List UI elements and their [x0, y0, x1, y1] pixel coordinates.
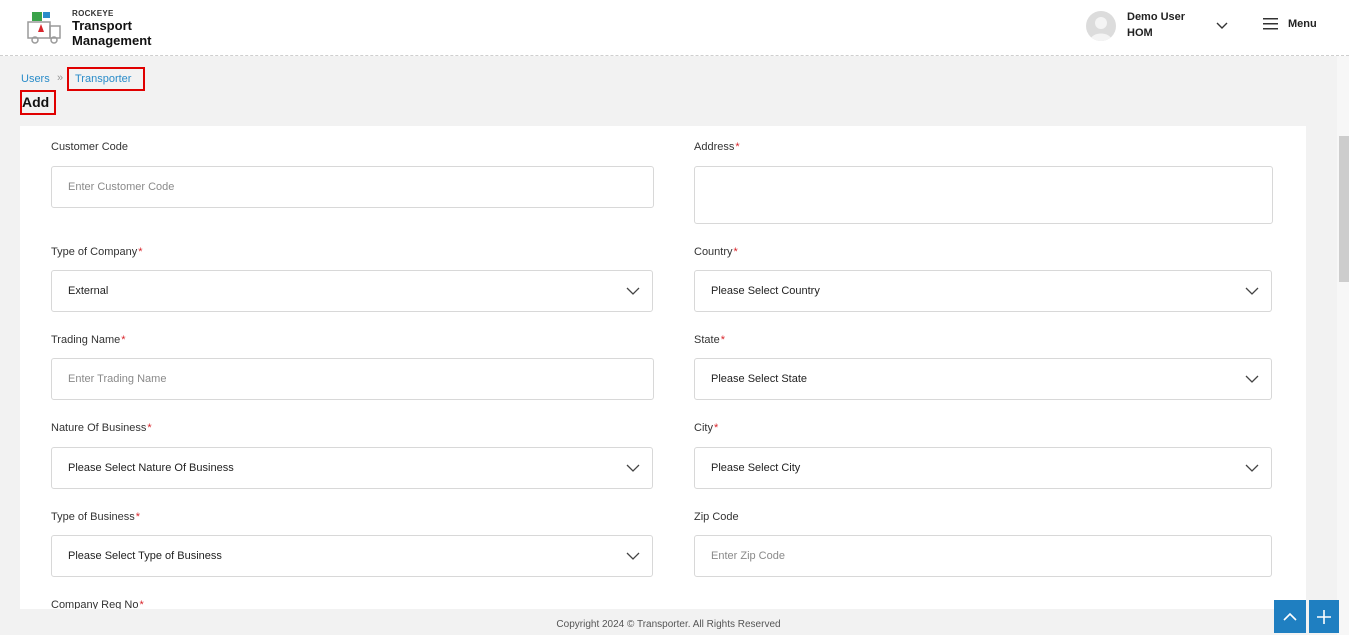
city-value: Please Select City [711, 462, 801, 474]
state-label: State* [694, 334, 725, 346]
customer-code-label: Customer Code [51, 141, 129, 153]
user-avatar-icon[interactable] [1086, 11, 1116, 41]
trading-name-placeholder: Enter Trading Name [68, 373, 167, 385]
brand-subtitle: ROCKEYE [72, 9, 114, 18]
nature-of-business-label: Nature Of Business* [51, 422, 152, 434]
type-of-company-select[interactable]: External [51, 270, 653, 312]
type-of-company-value: External [68, 285, 109, 297]
trading-name-label: Trading Name* [51, 334, 126, 346]
brand-title: Transport Management [72, 18, 151, 48]
breadcrumb-transporter-link[interactable]: Transporter [67, 67, 145, 91]
address-label: Address* [694, 141, 740, 153]
city-label: City* [694, 422, 719, 434]
zip-code-label: Zip Code [694, 511, 739, 523]
address-textarea[interactable] [694, 166, 1273, 224]
type-of-company-label: Type of Company* [51, 246, 143, 258]
user-role: HOM [1127, 27, 1153, 39]
user-name[interactable]: Demo User [1127, 11, 1185, 23]
menu-button[interactable]: Menu [1263, 18, 1317, 30]
top-header: ROCKEYE Transport Management Demo User H… [0, 0, 1349, 56]
hamburger-icon [1263, 18, 1278, 30]
country-label: Country* [694, 246, 738, 258]
brand-title-line2: Management [72, 33, 152, 48]
plus-icon [1317, 609, 1331, 624]
zip-code-placeholder: Enter Zip Code [711, 550, 785, 562]
state-select[interactable]: Please Select State [694, 358, 1272, 400]
chevron-down-icon [1245, 287, 1259, 295]
breadcrumb-users-link[interactable]: Users [21, 73, 50, 85]
truck-logo-icon[interactable] [26, 10, 64, 46]
chevron-down-icon [626, 464, 640, 472]
customer-code-input[interactable]: Enter Customer Code [51, 166, 654, 208]
type-of-business-label: Type of Business* [51, 511, 141, 523]
scroll-to-top-button[interactable] [1274, 600, 1306, 633]
company-reg-no-label: Company Reg No* [51, 599, 144, 609]
chevron-down-icon [1245, 464, 1259, 472]
add-button[interactable] [1309, 600, 1339, 633]
state-value: Please Select State [711, 373, 808, 385]
type-of-business-value: Please Select Type of Business [68, 550, 222, 562]
country-select[interactable]: Please Select Country [694, 270, 1272, 312]
nature-of-business-select[interactable]: Please Select Nature Of Business [51, 447, 653, 489]
chevron-down-icon [626, 552, 640, 560]
brand-title-line1: Transport [72, 18, 132, 33]
chevron-down-icon[interactable] [1214, 18, 1230, 34]
breadcrumb-separator: » [57, 72, 64, 84]
page-title: Add [20, 90, 56, 115]
arrow-up-icon [1283, 612, 1297, 621]
footer-copyright: Copyright 2024 © Transporter. All Rights… [556, 619, 781, 630]
chevron-down-icon [626, 287, 640, 295]
type-of-business-select[interactable]: Please Select Type of Business [51, 535, 653, 577]
nature-of-business-value: Please Select Nature Of Business [68, 462, 234, 474]
scrollbar-thumb[interactable] [1339, 136, 1349, 282]
trading-name-input[interactable]: Enter Trading Name [51, 358, 654, 400]
chevron-down-icon [1245, 375, 1259, 383]
add-transporter-form: Customer Code Enter Customer Code Type o… [20, 126, 1306, 609]
zip-code-input[interactable]: Enter Zip Code [694, 535, 1272, 577]
menu-label: Menu [1288, 18, 1317, 30]
customer-code-placeholder: Enter Customer Code [68, 181, 175, 193]
country-value: Please Select Country [711, 285, 820, 297]
city-select[interactable]: Please Select City [694, 447, 1272, 489]
